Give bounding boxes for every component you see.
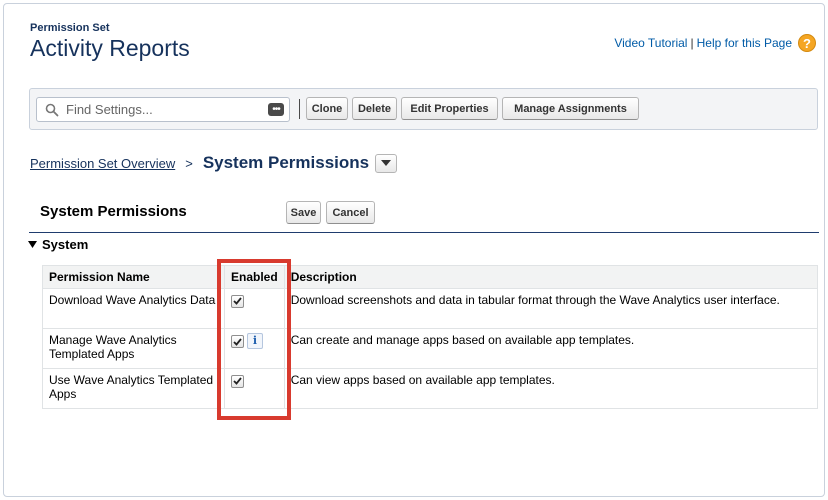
- table-row: Download Wave Analytics Data Download sc…: [42, 288, 819, 329]
- section-divider: [29, 232, 819, 233]
- table-row: Manage Wave Analytics Templated Apps i C…: [42, 328, 819, 369]
- checkmark-icon: [233, 297, 242, 306]
- enabled-cell: [224, 368, 285, 409]
- save-button[interactable]: Save: [286, 201, 321, 224]
- collapse-triangle-icon: [28, 241, 37, 248]
- page-header: Permission Set Activity Reports: [30, 22, 190, 62]
- find-settings-input[interactable]: [64, 101, 244, 118]
- permission-name: Manage Wave Analytics Templated Apps: [42, 328, 225, 369]
- settings-toolbar: ••• Clone Delete Edit Properties Manage …: [29, 88, 818, 130]
- permission-description: Can view apps based on available app tem…: [283, 368, 819, 409]
- section-title: System Permissions: [40, 203, 187, 220]
- group-header-system[interactable]: System: [28, 237, 88, 252]
- permissions-table: Permission Name Enabled Description Down…: [42, 265, 819, 409]
- more-options-icon[interactable]: •••: [268, 103, 284, 116]
- delete-button[interactable]: Delete: [352, 97, 397, 120]
- table-header-row: Permission Name Enabled Description: [42, 265, 819, 289]
- permission-description: Download screenshots and data in tabular…: [283, 288, 819, 329]
- group-title: System: [42, 237, 89, 252]
- page-title: Activity Reports: [30, 35, 190, 61]
- permission-name: Download Wave Analytics Data: [42, 288, 225, 329]
- column-header-permission-name: Permission Name: [42, 265, 225, 289]
- enabled-cell: [224, 288, 285, 329]
- search-icon: [45, 103, 59, 116]
- breadcrumb: Permission Set Overview > System Permiss…: [30, 153, 398, 173]
- enabled-cell: i: [224, 328, 285, 369]
- info-icon[interactable]: i: [247, 333, 263, 349]
- breadcrumb-current: System Permissions: [202, 153, 370, 172]
- page-eyebrow: Permission Set: [30, 22, 110, 34]
- breadcrumb-dropdown-button[interactable]: [375, 153, 398, 173]
- enabled-checkbox[interactable]: [231, 374, 244, 388]
- help-separator: |: [690, 36, 694, 50]
- page-frame: [3, 3, 825, 497]
- column-header-description: Description: [283, 265, 819, 289]
- enabled-checkbox[interactable]: [231, 335, 244, 348]
- table-row: Use Wave Analytics Templated Apps Can vi…: [42, 368, 819, 409]
- breadcrumb-overview-link[interactable]: Permission Set Overview: [30, 156, 175, 171]
- permission-description: Can create and manage apps based on avai…: [283, 328, 819, 369]
- checkmark-icon: [233, 377, 242, 386]
- cancel-button[interactable]: Cancel: [326, 201, 375, 224]
- column-header-enabled: Enabled: [224, 265, 285, 289]
- help-links: Video Tutorial | Help for this Page ?: [614, 34, 816, 52]
- chevron-down-icon: [381, 160, 392, 166]
- manage-assignments-button[interactable]: Manage Assignments: [502, 97, 639, 120]
- clone-button[interactable]: Clone: [306, 97, 348, 120]
- search-box: •••: [36, 97, 290, 122]
- enabled-checkbox[interactable]: [231, 294, 244, 308]
- help-icon[interactable]: ?: [798, 34, 816, 52]
- help-for-page-link[interactable]: Help for this Page: [697, 36, 792, 50]
- toolbar-divider: [299, 99, 300, 119]
- permission-name: Use Wave Analytics Templated Apps: [42, 368, 225, 409]
- checkmark-icon: [233, 337, 242, 346]
- breadcrumb-separator: >: [185, 155, 193, 171]
- edit-properties-button[interactable]: Edit Properties: [401, 97, 498, 120]
- video-tutorial-link[interactable]: Video Tutorial: [614, 36, 687, 50]
